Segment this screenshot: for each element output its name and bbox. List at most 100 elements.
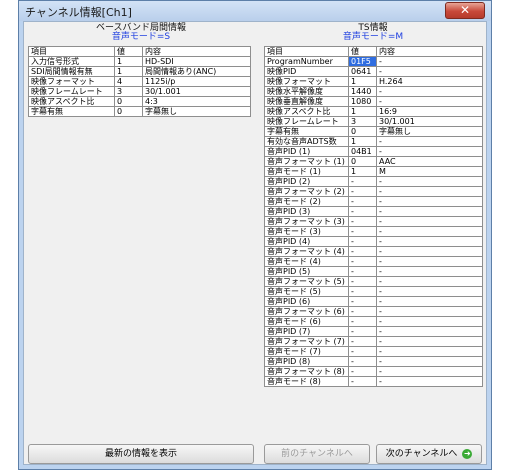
- table-row[interactable]: 音声フォーマット (1) 0 AAC: [264, 156, 483, 167]
- table-row[interactable]: 音声フォーマット (8) - -: [264, 366, 483, 377]
- content-cell: 30/1.001: [376, 116, 483, 127]
- table-row[interactable]: 音声フォーマット (7) - -: [264, 336, 483, 347]
- channel-info-window: チャンネル情報[Ch1] ✕ ベースバンド局間情報 音声モード=S 項目値内容入…: [18, 0, 492, 470]
- content-cell: -: [376, 216, 483, 227]
- table-row[interactable]: 映像垂直解像度 1080-: [264, 96, 483, 107]
- table-row[interactable]: 音声モード (1) 1 M: [264, 166, 483, 177]
- table-row[interactable]: 音声PID (6) - -: [264, 296, 483, 307]
- table-row[interactable]: 音声PID (8) - -: [264, 356, 483, 367]
- table-row[interactable]: 音声フォーマット (5) - -: [264, 276, 483, 287]
- table-row[interactable]: 音声フォーマット (6) - -: [264, 306, 483, 317]
- value-cell: 3: [114, 86, 143, 97]
- item-cell: 音声PID (5): [264, 266, 349, 277]
- content-cell: H.264: [376, 76, 483, 87]
- table-row[interactable]: 音声PID (5) - -: [264, 266, 483, 277]
- table-row[interactable]: 音声モード (6) - -: [264, 316, 483, 327]
- content-cell: 字幕無し: [376, 126, 483, 137]
- table-row[interactable]: 音声PID (4) - -: [264, 236, 483, 247]
- close-icon: ✕: [459, 3, 471, 17]
- content-cell: -: [376, 66, 483, 77]
- value-cell: 0: [114, 106, 143, 117]
- column-header: 項目: [264, 46, 349, 57]
- table-row[interactable]: 映像水平解像度 1440-: [264, 86, 483, 97]
- content-cell: 16:9: [376, 106, 483, 117]
- table-row[interactable]: 字幕有無 0 字幕無し: [28, 106, 251, 117]
- content-cell: -: [376, 146, 483, 157]
- item-cell: 映像水平解像度: [264, 86, 349, 97]
- next-channel-button[interactable]: 次のチャンネルへ ➜: [376, 444, 482, 464]
- item-cell: 音声モード (5): [264, 286, 349, 297]
- value-cell: 1: [114, 66, 143, 77]
- item-cell: 映像フレームレート: [28, 86, 115, 97]
- next-channel-label: 次のチャンネルへ: [385, 449, 458, 459]
- value-cell: 0: [114, 96, 143, 107]
- item-cell: 音声モード (8): [264, 376, 349, 387]
- table-row[interactable]: 音声PID (3) - -: [264, 206, 483, 217]
- title-bar[interactable]: チャンネル情報[Ch1] ✕: [19, 1, 491, 21]
- item-cell: 映像PID: [264, 66, 349, 77]
- value-cell: 1440: [348, 86, 377, 97]
- value-cell: -: [348, 366, 377, 377]
- table-row[interactable]: 音声PID (7) - -: [264, 326, 483, 337]
- table-row[interactable]: 音声フォーマット (3) - -: [264, 216, 483, 227]
- table-row[interactable]: 音声モード (5) - -: [264, 286, 483, 297]
- item-cell: 音声モード (1): [264, 166, 349, 177]
- table-row[interactable]: 映像PID 0641-: [264, 66, 483, 77]
- value-cell: -: [348, 306, 377, 317]
- table-row[interactable]: 音声モード (2) - -: [264, 196, 483, 207]
- content-cell: AAC: [376, 156, 483, 167]
- ts-info-table[interactable]: 項目値内容 ProgramNumber 01F5- 映像PID 0641- 映像フォーマッ…: [264, 46, 483, 387]
- value-cell: -: [348, 186, 377, 197]
- table-row[interactable]: 映像フレームレート 3 30/1.001: [28, 86, 251, 97]
- content-cell: -: [376, 246, 483, 257]
- table-row[interactable]: 映像フォーマット 4 1125i/p: [28, 76, 251, 87]
- item-cell: 音声フォーマット (4): [264, 246, 349, 257]
- item-cell: 音声フォーマット (1): [264, 156, 349, 167]
- table-row[interactable]: ProgramNumber 01F5-: [264, 56, 483, 67]
- item-cell: 音声モード (7): [264, 346, 349, 357]
- content-cell: -: [376, 356, 483, 367]
- content-cell: 字幕無し: [142, 106, 251, 117]
- item-cell: 入力信号形式: [28, 56, 115, 67]
- go-forward-icon: ➜: [462, 448, 473, 459]
- value-cell: -: [348, 346, 377, 357]
- content-cell: 4:3: [142, 96, 251, 107]
- item-cell: 音声フォーマット (7): [264, 336, 349, 347]
- item-cell: 字幕有無: [264, 126, 349, 137]
- table-row[interactable]: 音声PID (1) 04B1-: [264, 146, 483, 157]
- item-cell: 音声PID (7): [264, 326, 349, 337]
- baseband-info-table[interactable]: 項目値内容 入力信号形式 1 HD-SDI SDI局間情報有無 1 局間情報あり(ANC) 映…: [28, 46, 251, 117]
- table-row[interactable]: 音声モード (8) - -: [264, 376, 483, 387]
- value-cell: -: [348, 206, 377, 217]
- table-row[interactable]: 映像フォーマット 1 H.264: [264, 76, 483, 87]
- table-row[interactable]: 音声モード (7) - -: [264, 346, 483, 357]
- refresh-button-label: 最新の情報を表示: [104, 449, 177, 459]
- table-row[interactable]: 音声モード (3) - -: [264, 226, 483, 237]
- right-panel-subtitle: 音声モード=M: [342, 32, 404, 42]
- refresh-button[interactable]: 最新の情報を表示: [28, 444, 254, 464]
- content-cell: 30/1.001: [142, 86, 251, 97]
- item-cell: 音声フォーマット (5): [264, 276, 349, 287]
- table-row[interactable]: SDI局間情報有無 1 局間情報あり(ANC): [28, 66, 251, 77]
- content-cell: 局間情報あり(ANC): [142, 66, 251, 77]
- table-row[interactable]: 入力信号形式 1 HD-SDI: [28, 56, 251, 67]
- table-row[interactable]: 字幕有無 0 字幕無し: [264, 126, 483, 137]
- item-cell: 音声フォーマット (2): [264, 186, 349, 197]
- table-row[interactable]: 有効な音声ADTS数 1-: [264, 136, 483, 147]
- table-row[interactable]: 音声フォーマット (2) - -: [264, 186, 483, 197]
- item-cell: 音声フォーマット (8): [264, 366, 349, 377]
- value-cell: 0: [348, 156, 377, 167]
- close-button[interactable]: ✕: [445, 2, 485, 19]
- table-row[interactable]: 映像アスペクト比 0 4:3: [28, 96, 251, 107]
- value-cell: -: [348, 296, 377, 307]
- item-cell: SDI局間情報有無: [28, 66, 115, 77]
- item-cell: 音声フォーマット (6): [264, 306, 349, 317]
- table-row[interactable]: 音声モード (4) - -: [264, 256, 483, 267]
- table-row[interactable]: 音声PID (2) - -: [264, 176, 483, 187]
- table-row[interactable]: 音声フォーマット (4) - -: [264, 246, 483, 257]
- prev-channel-button[interactable]: 前のチャンネルへ: [264, 444, 370, 464]
- table-row[interactable]: 映像アスペクト比 1 16:9: [264, 106, 483, 117]
- table-row[interactable]: 映像フレームレート 3 30/1.001: [264, 116, 483, 127]
- content-cell: -: [376, 366, 483, 377]
- value-cell: -: [348, 236, 377, 247]
